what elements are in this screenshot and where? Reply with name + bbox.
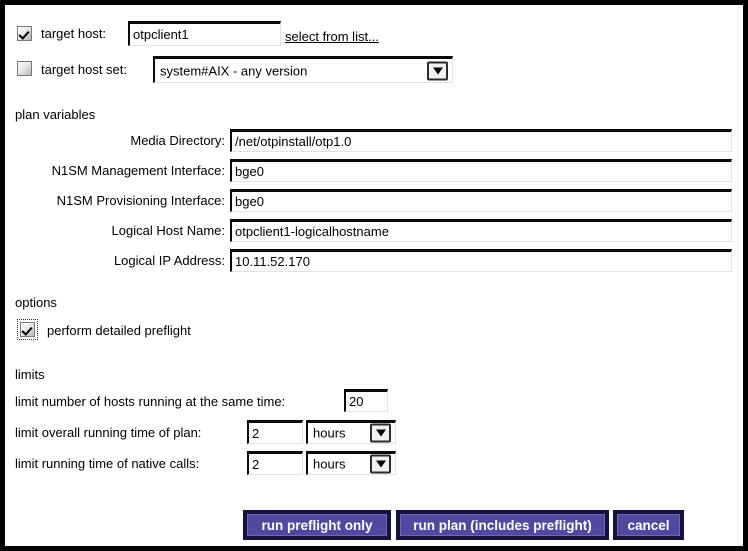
limit-hosts-input[interactable] [344,389,388,412]
n1sm-provisioning-interface-label: N1SM Provisioning Interface: [56,193,225,208]
target-host-checkbox[interactable] [17,25,32,43]
run-plan-button[interactable]: run plan (includes preflight) [396,510,609,540]
limit-native-time-label: limit running time of native calls: [15,456,200,471]
limit-hosts-label: limit number of hosts running at the sam… [15,394,286,409]
select-from-list-link[interactable]: select from list... [285,29,379,44]
limits-title: limits [15,367,45,382]
perform-detailed-preflight-checkbox[interactable] [17,319,38,340]
target-host-set-value: system#AIX - any version [160,63,308,78]
n1sm-management-interface-label: N1SM Management Interface: [51,163,225,178]
perform-detailed-preflight-label: perform detailed preflight [47,323,191,338]
limit-plan-time-unit-value: hours [313,425,346,441]
logical-host-name-input[interactable] [230,219,732,242]
limit-plan-time-label: limit overall running time of plan: [15,425,202,440]
limit-plan-time-input[interactable] [247,420,303,444]
chevron-down-icon[interactable] [427,61,448,80]
n1sm-management-interface-input[interactable] [230,159,732,182]
n1sm-provisioning-interface-input[interactable] [230,189,732,212]
checkbox-glyph [17,26,32,42]
limit-native-time-unit-dropdown[interactable]: hours [306,451,396,475]
chevron-down-icon[interactable] [370,454,391,474]
media-directory-input[interactable] [230,129,732,152]
run-preflight-only-button[interactable]: run preflight only [243,510,391,540]
logical-ip-address-label: Logical IP Address: [113,253,225,268]
plan-run-dialog: target host: select from list... target … [0,0,748,551]
target-host-set-dropdown[interactable]: system#AIX - any version [153,56,453,83]
checkbox-glyph [20,322,35,337]
limit-native-time-unit-value: hours [313,456,346,472]
limit-native-time-input[interactable] [247,451,303,475]
plan-variables-title: plan variables [15,107,96,122]
dialog-canvas: target host: select from list... target … [5,5,743,546]
focus-ring [17,319,38,340]
limit-plan-time-unit-dropdown[interactable]: hours [306,420,396,444]
target-host-input[interactable] [128,21,281,46]
target-host-set-checkbox[interactable] [17,60,32,78]
chevron-down-icon[interactable] [370,423,391,443]
media-directory-label: Media Directory: [130,133,225,148]
target-host-label: target host: [41,26,107,41]
target-host-set-label: target host set: [41,62,127,77]
options-title: options [15,295,57,310]
checkbox-glyph [17,61,32,77]
logical-host-name-label: Logical Host Name: [111,223,225,238]
logical-ip-address-input[interactable] [230,249,732,272]
cancel-button[interactable]: cancel [613,510,684,540]
